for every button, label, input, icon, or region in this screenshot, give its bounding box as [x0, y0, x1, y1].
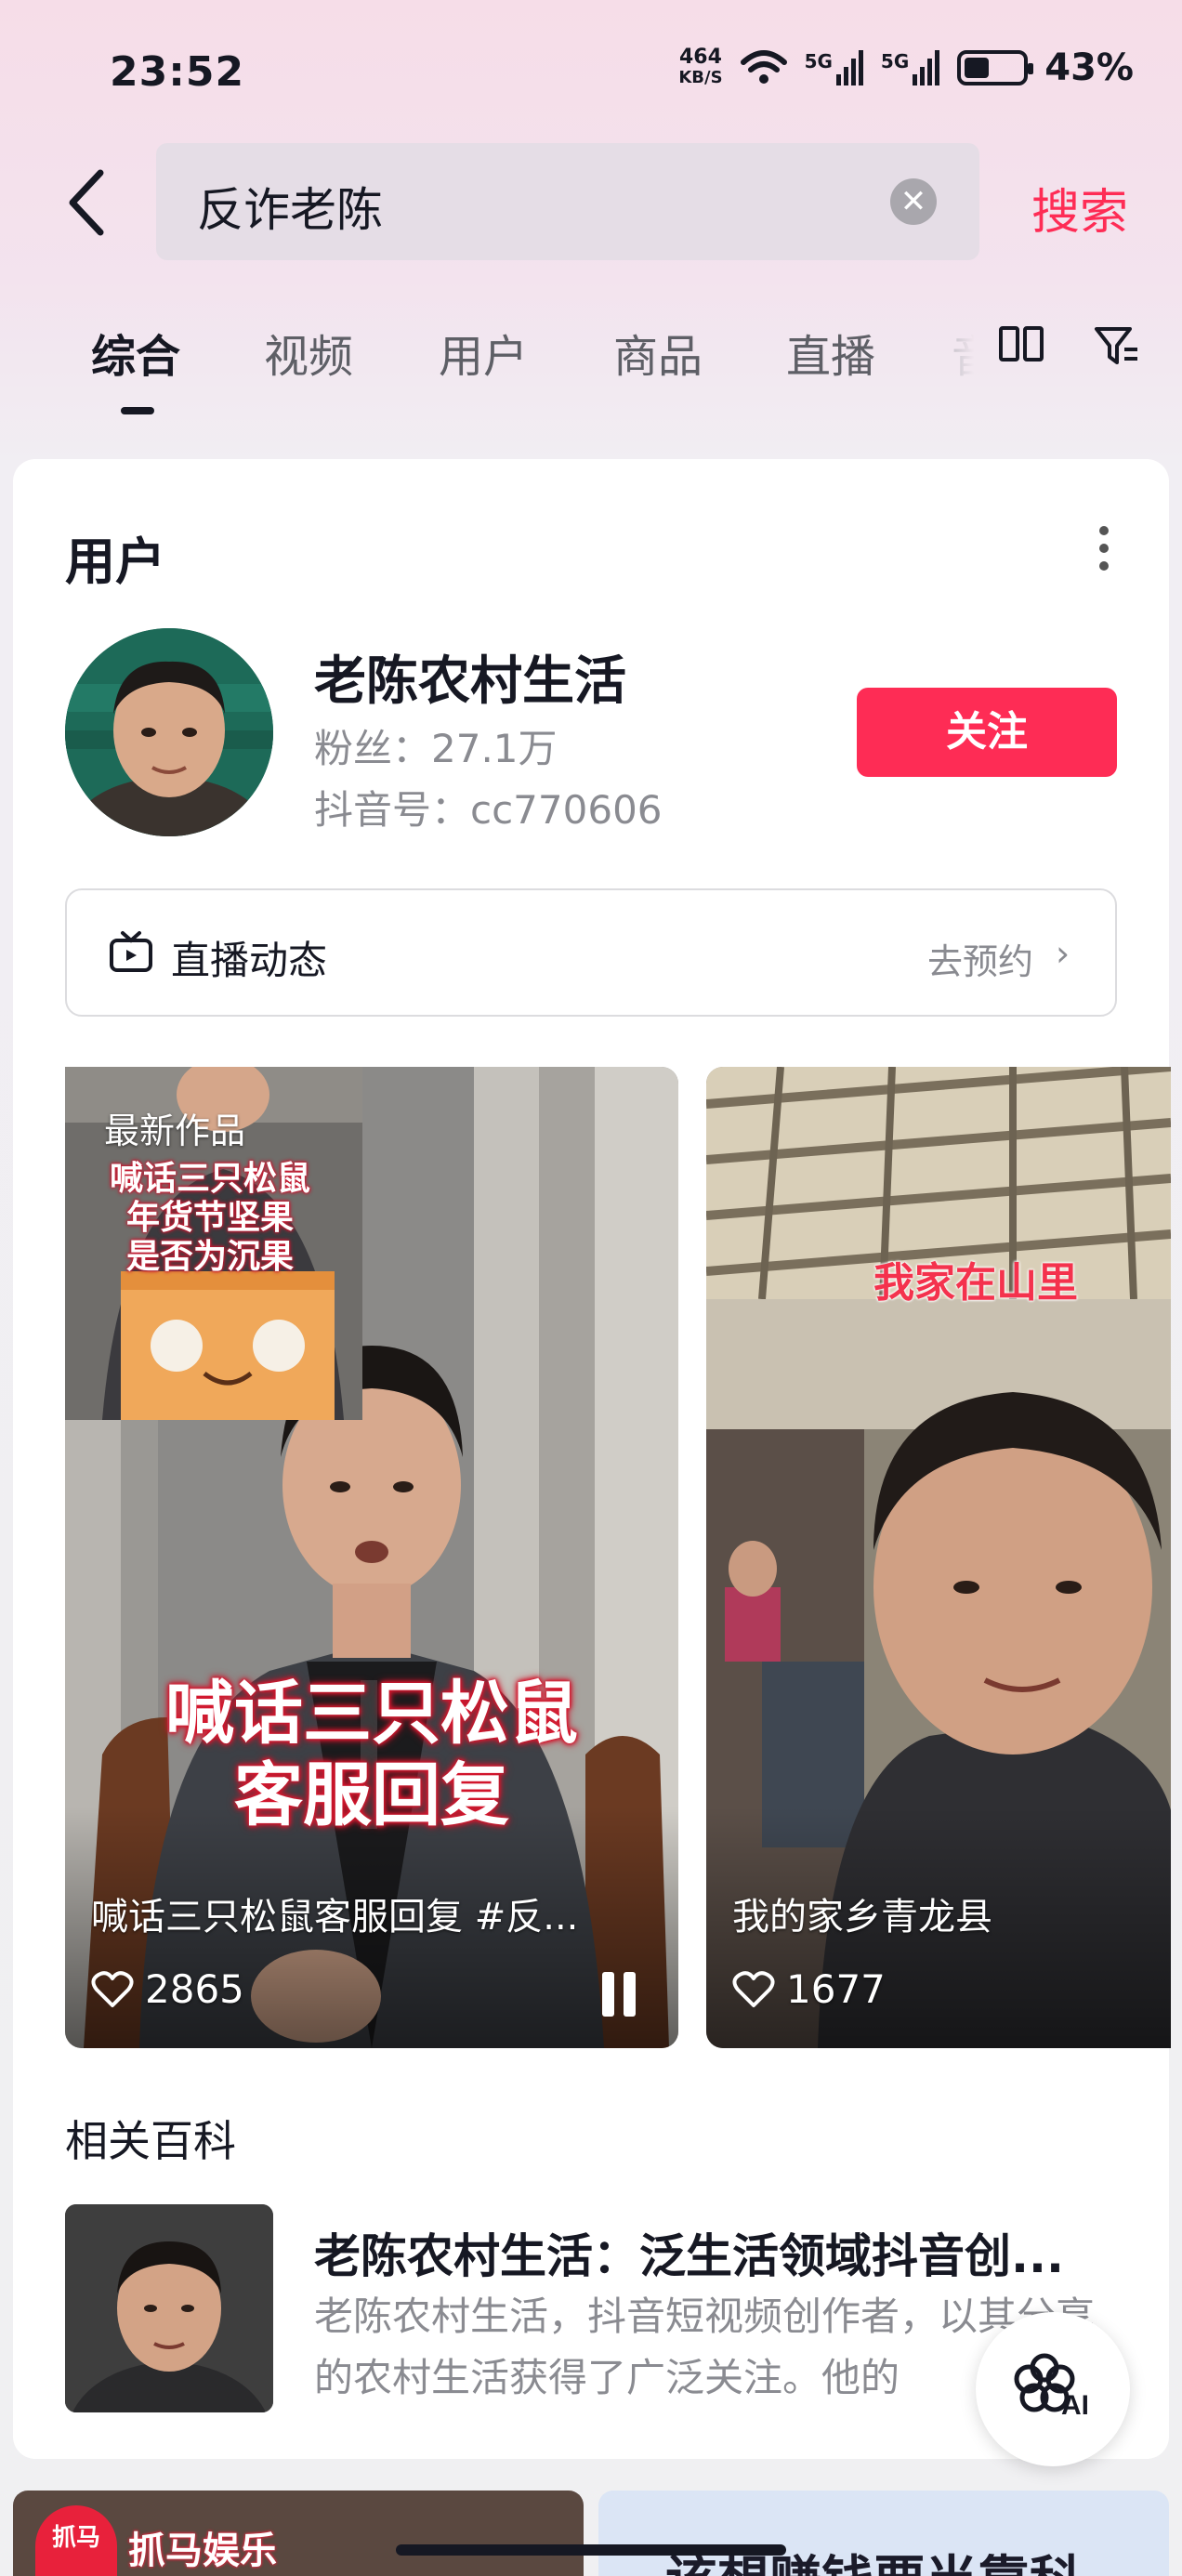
ai-assistant-button[interactable]: AI	[976, 2312, 1130, 2466]
search-query[interactable]: 反诈老陈	[197, 173, 383, 240]
signal2-label: 5G	[880, 50, 910, 72]
more-options-icon[interactable]	[1097, 526, 1111, 576]
tab-live[interactable]: 直播	[786, 320, 875, 385]
signal-icon-1: 5G	[805, 50, 864, 85]
video1-title: 喊话三只松鼠客服回复 #反...	[91, 1896, 579, 1939]
user-douyin-id: 抖音号：cc770606	[314, 787, 663, 833]
user-fans: 粉丝：27.1万	[314, 726, 558, 771]
video2-like-count: 1677	[786, 1966, 886, 2012]
video2-likes: 1677	[732, 1966, 886, 2012]
video2-title: 我的家乡青龙县	[732, 1896, 992, 1939]
home-indicator[interactable]	[396, 2544, 786, 2556]
ai-flower-icon: AI	[1014, 2353, 1089, 2421]
wiki-section-title: 相关百科	[65, 2116, 236, 2166]
live-reserve-link[interactable]: 去预约	[927, 933, 1033, 984]
status-time: 23:52	[110, 48, 245, 96]
latest-work-tag: 最新作品	[104, 1111, 246, 1151]
pause-icon[interactable]	[602, 1972, 647, 2017]
dual-column-icon[interactable]	[998, 325, 1044, 362]
heart-icon	[732, 1970, 775, 2007]
tab-indicator	[121, 407, 154, 414]
search-button[interactable]: 搜索	[1031, 173, 1128, 243]
video2-overlay-caption: 我家在山里	[873, 1259, 1078, 1307]
inset-caption-line1: 喊话三只松鼠	[109, 1160, 310, 1198]
tab-video[interactable]: 视频	[264, 320, 353, 385]
live-tv-icon	[110, 931, 152, 972]
heart-icon	[91, 1970, 134, 2007]
inset-caption-line3: 是否为沉果	[125, 1238, 294, 1276]
ai-label: AI	[1061, 2390, 1089, 2421]
tab-overflow[interactable]: 音	[952, 320, 989, 385]
video1-likes: 2865	[91, 1966, 244, 2012]
user-name[interactable]: 老陈农村生活	[314, 639, 626, 715]
tab-users[interactable]: 用户	[439, 320, 528, 385]
wiki-headline[interactable]: 老陈农村生活：泛生活领域抖音创...	[314, 2219, 1085, 2286]
net-speed: 464 KB/S	[678, 47, 722, 88]
battery-icon	[957, 50, 1034, 85]
wifi-icon	[740, 50, 787, 84]
live-label: 直播动态	[171, 938, 328, 983]
user-section-title: 用户	[65, 532, 165, 591]
signal1-label: 5G	[804, 50, 833, 72]
net-speed-value: 464	[678, 46, 722, 69]
clear-icon[interactable]: ✕	[890, 178, 937, 225]
video1-overlay-line2: 客服回复	[234, 1755, 509, 1835]
brand-name: 抓马娱乐	[128, 2530, 277, 2572]
chevron-right-icon: ›	[1056, 933, 1070, 974]
filter-icon[interactable]	[1093, 323, 1141, 368]
tab-comprehensive[interactable]: 综合	[91, 320, 180, 385]
battery-percent: 43%	[1044, 46, 1134, 89]
follow-button[interactable]: 关注	[857, 688, 1117, 777]
signal-icon-2: 5G	[881, 50, 940, 85]
user-avatar[interactable]	[65, 628, 273, 836]
wiki-thumbnail[interactable]	[65, 2204, 273, 2412]
tab-products[interactable]: 商品	[613, 320, 703, 385]
back-arrow-icon[interactable]	[59, 165, 115, 240]
video1-like-count: 2865	[145, 1966, 244, 2012]
inset-caption-line2: 年货节坚果	[125, 1199, 294, 1237]
video1-overlay-line1: 喊话三只松鼠	[165, 1674, 578, 1754]
net-speed-unit: KB/S	[678, 68, 723, 87]
status-icons: 464 KB/S 5G 5G 43%	[678, 46, 1134, 89]
